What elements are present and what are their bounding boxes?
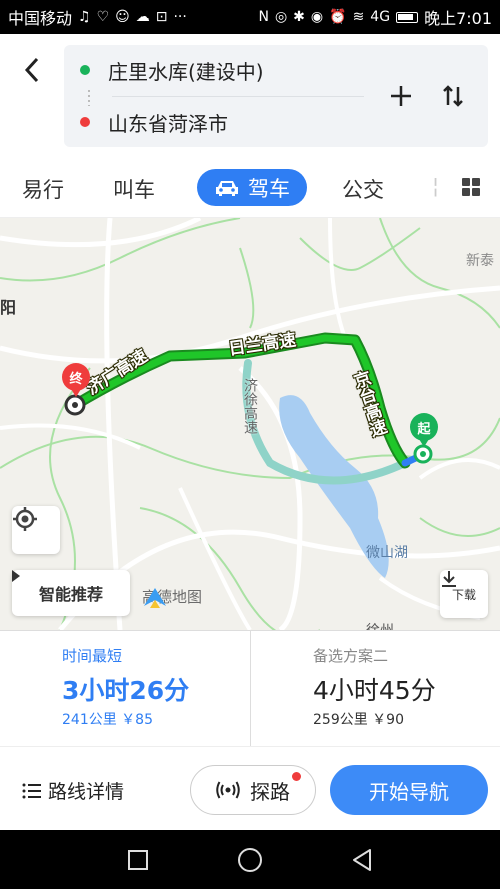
chevron-left-icon: [24, 57, 39, 83]
list-icon: [22, 783, 41, 798]
back-triangle-icon[interactable]: [350, 848, 374, 872]
start-navigation-button[interactable]: 开始导航: [330, 765, 488, 815]
app-notification-icon: ⊡: [155, 9, 168, 25]
tab-more-partial[interactable]: ¦: [432, 174, 439, 198]
place-label-weishan-lake: 微山湖: [366, 545, 408, 561]
route-option-time: 4小时45分: [313, 676, 436, 705]
route-option-1[interactable]: 时间最短 3小时26分 241公里 ￥85: [0, 631, 250, 747]
back-button[interactable]: [14, 52, 50, 88]
destination-field[interactable]: 山东省菏泽市: [80, 107, 228, 137]
smart-recommend-button[interactable]: 智能推荐: [12, 570, 130, 616]
more-notifications-icon: ···: [173, 9, 187, 25]
amap-logo: 高德地图: [142, 586, 202, 608]
triangle-right-icon: [12, 570, 20, 582]
nfc-icon: N: [258, 9, 269, 25]
origin-dot-icon: [80, 65, 90, 75]
locate-button[interactable]: [12, 506, 60, 554]
tab-drive[interactable]: 驾车: [197, 169, 307, 206]
crosshair-icon: [13, 507, 37, 531]
radio-waves-icon: [216, 781, 240, 799]
music-notification-icon: ♫: [78, 9, 91, 25]
route-option-title: 时间最短: [62, 647, 123, 665]
route-divider: [112, 96, 364, 97]
origin-field[interactable]: 庄里水库(建设中): [80, 55, 264, 85]
tab-call-car[interactable]: 叫车: [113, 174, 155, 204]
origin-text: 庄里水库(建设中): [108, 59, 264, 84]
route-details-label: 路线详情: [48, 781, 125, 803]
battery-icon: [396, 11, 419, 23]
swap-route-button[interactable]: [436, 79, 470, 113]
route-option-time: 3小时26分: [62, 676, 190, 705]
route-header: 庄里水库(建设中) 山东省菏泽市: [0, 34, 500, 158]
health-notification-icon: ♡: [96, 9, 110, 25]
place-label-xintai: 新泰: [466, 253, 494, 269]
start-pin-tail: [419, 439, 429, 447]
recent-apps-icon[interactable]: [128, 850, 148, 870]
action-bar: 路线详情 探路 开始导航: [0, 746, 500, 830]
place-label-yang: 阳: [0, 298, 17, 317]
chat-notification-icon: ☺: [115, 9, 130, 25]
signal-icon: 4G: [370, 9, 391, 25]
route-option-meta: 241公里 ￥85: [62, 712, 153, 728]
explore-route-button[interactable]: 探路: [190, 765, 316, 815]
transport-mode-tabs: 易行 叫车 驾车 公交 ¦: [0, 158, 500, 218]
destination-dot-icon: [80, 117, 90, 127]
tab-bus[interactable]: 公交: [342, 174, 384, 204]
smart-recommend-label: 智能推荐: [38, 585, 103, 604]
tab-drive-label: 驾车: [248, 176, 290, 201]
wechat-notification-icon: ☁: [135, 9, 150, 25]
wifi-icon: ≋: [352, 9, 365, 25]
grid-menu-icon[interactable]: [462, 178, 480, 196]
route-details-button[interactable]: 路线详情: [22, 777, 124, 804]
clock: 晚上7:01: [424, 9, 492, 28]
route-option-meta: 259公里 ￥90: [313, 712, 404, 728]
road-label-jixu: 济徐高速: [242, 378, 258, 434]
map-view[interactable]: 新泰 阳 微山湖 徐州 济广高速 日兰高速 京台高速 济徐高速 终 起 智能推荐…: [0, 218, 500, 630]
destination-text: 山东省菏泽市: [108, 111, 228, 136]
route-connector: [88, 90, 90, 106]
carrier-label: 中国移动: [8, 9, 73, 28]
route-input-box: 庄里水库(建设中) 山东省菏泽市: [64, 45, 488, 147]
status-left: 中国移动 ♫ ♡ ☺ ☁ ⊡ ···: [8, 5, 258, 29]
status-bar: 中国移动 ♫ ♡ ☺ ☁ ⊡ ··· N ◎ ✱ ◉ ⏰ ≋ 4G 晚上7:01: [0, 0, 500, 34]
download-icon: [442, 571, 456, 587]
download-button[interactable]: 下载: [440, 570, 488, 618]
swap-icon: [443, 85, 463, 107]
alarm-icon: ⏰: [329, 9, 347, 25]
route-option-title: 备选方案二: [313, 647, 389, 665]
amap-logo-icon: [144, 588, 166, 608]
place-label-xuzhou: 徐州: [366, 620, 394, 630]
add-waypoint-button[interactable]: [384, 79, 418, 113]
end-pin-tail: [71, 389, 81, 397]
new-badge-dot: [292, 772, 301, 781]
route-option-2[interactable]: 备选方案二 4小时45分 259公里 ￥90: [250, 631, 500, 747]
explore-label: 探路: [250, 779, 290, 804]
location-icon: ◎: [274, 9, 288, 25]
end-pin: 终: [62, 363, 90, 391]
route-options: 时间最短 3小时26分 241公里 ￥85 备选方案二 4小时45分 259公里…: [0, 630, 500, 747]
car-icon: [216, 180, 238, 196]
status-right: N ◎ ✱ ◉ ⏰ ≋ 4G 晚上7:01: [258, 5, 492, 29]
system-nav-bar: [0, 830, 500, 889]
tab-easy-go[interactable]: 易行: [22, 174, 64, 204]
download-label: 下载: [451, 587, 476, 602]
bluetooth-icon: ✱: [293, 9, 305, 25]
home-icon[interactable]: [238, 848, 262, 872]
start-pin: 起: [410, 413, 438, 441]
vibrate-icon: ◉: [310, 9, 324, 25]
plus-icon: [391, 86, 411, 106]
